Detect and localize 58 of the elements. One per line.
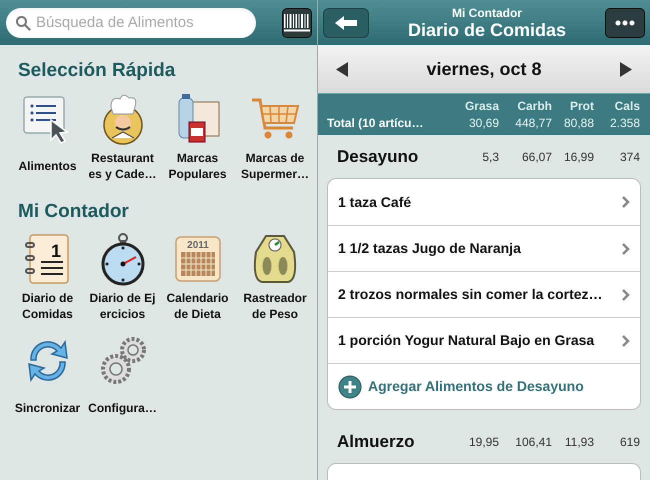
nav-title: Diario de Comidas [408,20,566,40]
back-arrow-icon [334,14,358,30]
chevron-icon [622,196,630,208]
quick-menu-item[interactable]: Marcas Populares [160,92,235,182]
total-value: 2.358 [608,114,640,132]
back-button[interactable] [323,8,369,38]
column-header: Carbh [516,98,552,114]
search-field[interactable]: Búsqueda de Alimentos [6,8,256,38]
food-entry-row[interactable]: 2 trozos normales sin comer la cortez… [328,271,640,317]
quick-menu-item[interactable]: Configura… [85,334,160,424]
meal-value: 19,95 [468,434,499,450]
meal-value: 5,3 [481,148,499,166]
plus-circle-icon [338,374,362,398]
barcode-button[interactable] [282,8,312,38]
date-label: viernes, oct 8 [426,58,542,80]
chevron-icon [622,242,630,254]
meal-value: 16,99 [562,148,594,166]
quick-menu-item[interactable]: Diario de Ej ercicios [85,232,160,322]
quick-menu-item[interactable]: Alimentos [10,92,85,182]
quick-menu-item[interactable]: Sincronizar [10,334,85,424]
barcode-icon [283,12,311,34]
meal-name: Desayuno [337,146,420,168]
meal-value: 619 [618,434,640,450]
food-entry-label: 2 trozos normales sin comer la cortez… [338,285,603,304]
search-icon [15,14,31,30]
quick-menu-item[interactable]: 1 Diario de Comidas [10,232,85,322]
total-value: 30,69 [468,114,499,132]
next-triangle-icon[interactable] [620,62,632,76]
meal-value: 106,41 [514,434,552,450]
chevron-icon [622,334,630,346]
total-value: 80,88 [562,114,594,132]
meal-value: 66,07 [520,148,552,166]
more-dots-icon [614,20,635,26]
previous-triangle-icon[interactable] [336,62,348,76]
food-entry-label: 1 taza Café [338,192,412,212]
column-header: Prot [569,98,594,114]
more-button[interactable] [604,8,645,38]
chevron-icon [622,288,630,300]
add-food-button[interactable]: Agregar Alimentos de Desayuno [328,363,640,409]
meal-name: Almuerzo [337,430,416,453]
section-heading: Mi Contador [18,200,130,224]
quick-menu-item[interactable]: 2011 Calendario de Dieta [160,232,235,322]
column-header: Grasa [464,98,499,114]
nav-subtitle: Mi Contador [452,6,522,20]
meal-value: 11,93 [564,434,594,450]
meal-value: 374 [618,148,640,166]
food-entry-row[interactable]: 1 porción Yogur Natural Bajo en Grasa [328,317,640,363]
section-heading: Selección Rápida [18,59,176,83]
total-label: Total (10 artícu… [327,114,424,132]
quick-menu-item[interactable]: Marcas de Supermer… [235,92,315,182]
food-entry-label: 1 1/2 tazas Jugo de Naranja [338,239,521,258]
column-header: Cals [614,98,640,114]
quick-menu-item[interactable]: Restaurant es y Cade… [85,92,160,182]
food-entry-label: 1 porción Yogur Natural Bajo en Grasa [338,331,594,350]
food-entry-row[interactable]: 1 1/2 tazas Jugo de Naranja [328,225,640,271]
quick-menu-item[interactable]: Rastreador de Peso [235,232,315,322]
food-entry-row[interactable]: 1 taza Café [328,179,640,225]
total-value: 448,77 [514,114,552,132]
